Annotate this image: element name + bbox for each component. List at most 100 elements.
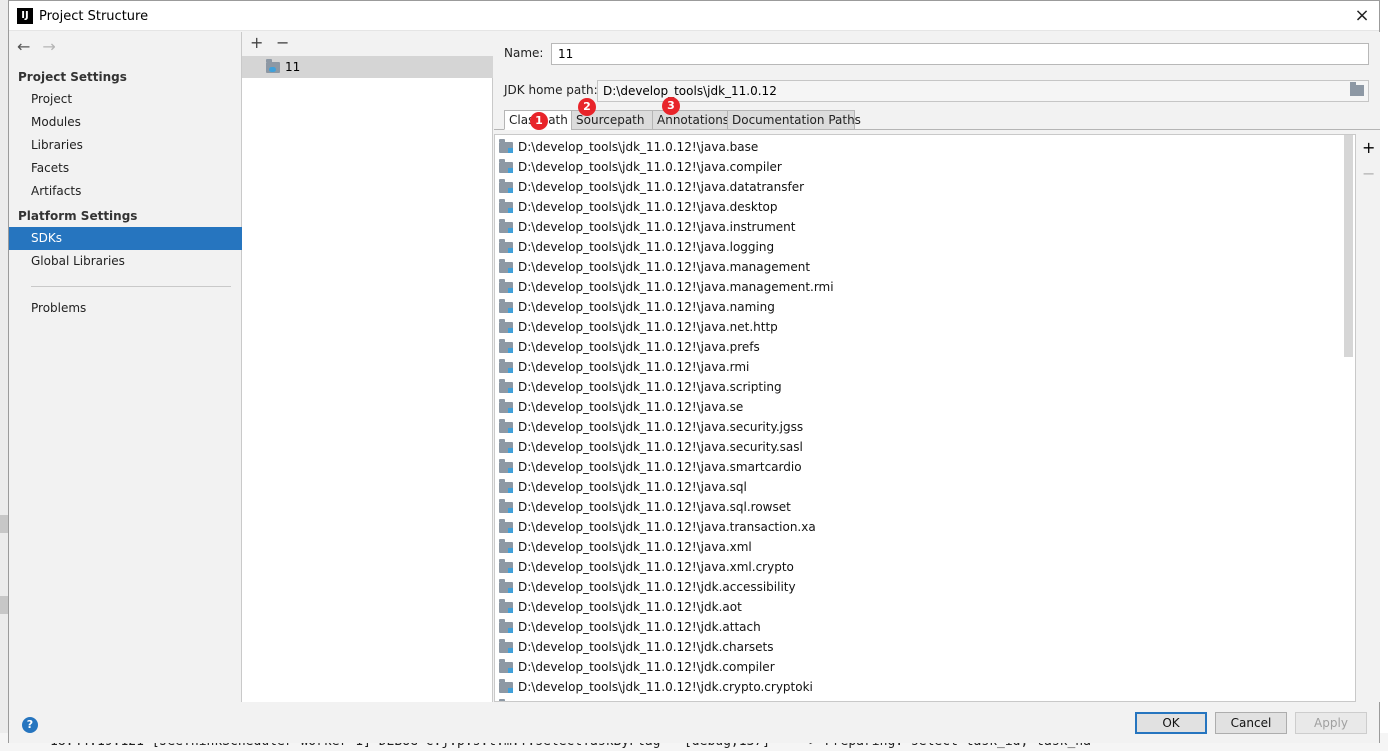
window-title: Project Structure <box>39 9 149 24</box>
library-folder-icon <box>499 219 513 233</box>
classpath-item[interactable]: D:\develop_tools\jdk_11.0.12!\java.secur… <box>495 437 803 457</box>
classpath-item-label: D:\develop_tools\jdk_11.0.12!\java.manag… <box>518 260 811 274</box>
apply-button[interactable]: Apply <box>1295 712 1367 734</box>
jdk-home-path-field[interactable]: D:\develop_tools\jdk_11.0.12 <box>597 80 1369 102</box>
classpath-item[interactable]: D:\develop_tools\jdk_11.0.12!\java.rmi <box>495 357 749 377</box>
classpath-item-label: D:\develop_tools\jdk_11.0.12!\java.se <box>518 400 744 414</box>
nav-item-modules[interactable]: Modules <box>9 111 242 134</box>
title-bar: IJ Project Structure × <box>9 1 1379 31</box>
classpath-item[interactable]: D:\develop_tools\jdk_11.0.12!\java.scrip… <box>495 377 782 397</box>
classpath-item-label: D:\develop_tools\jdk_11.0.12!\java.datat… <box>518 180 805 194</box>
classpath-item[interactable]: D:\develop_tools\jdk_11.0.12!\java.deskt… <box>495 197 778 217</box>
nav-item-project[interactable]: Project <box>9 88 242 111</box>
classpath-item[interactable]: D:\develop_tools\jdk_11.0.12!\java.datat… <box>495 177 804 197</box>
classpath-toolbar: + − <box>1356 134 1380 702</box>
classpath-item-label: D:\develop_tools\jdk_11.0.12!\java.base <box>518 140 759 154</box>
project-settings-header: Project Settings <box>18 70 127 84</box>
classpath-list[interactable]: D:\develop_tools\jdk_11.0.12!\java.base D… <box>494 134 1356 702</box>
classpath-item[interactable]: D:\develop_tools\jdk_11.0.12!\java.net.h… <box>495 317 778 337</box>
classpath-item-label: D:\develop_tools\jdk_11.0.12!\java.scrip… <box>518 380 782 394</box>
nav-item-problems[interactable]: Problems <box>9 297 242 320</box>
classpath-item-label: D:\develop_tools\jdk_11.0.12!\java.loggi… <box>518 240 775 254</box>
classpath-item-label: D:\develop_tools\jdk_11.0.12!\java.secur… <box>518 420 804 434</box>
nav-item-global-libraries[interactable]: Global Libraries <box>9 250 242 273</box>
classpath-item-label: D:\develop_tools\jdk_11.0.12!\java.sql.r… <box>518 500 791 514</box>
classpath-item-label: D:\develop_tools\jdk_11.0.12!\java.instr… <box>518 220 796 234</box>
tab-documentation-paths[interactable]: Documentation Paths <box>727 110 861 130</box>
library-folder-icon <box>499 159 513 173</box>
close-icon[interactable]: × <box>1351 5 1373 27</box>
classpath-item-label: D:\develop_tools\jdk_11.0.12!\java.deskt… <box>518 200 778 214</box>
library-folder-icon <box>499 299 513 313</box>
sdk-list-toolbar: + − <box>242 32 493 56</box>
remove-path-icon[interactable]: − <box>1362 164 1375 183</box>
library-folder-icon <box>499 619 513 633</box>
jdk-home-label: JDK home path: <box>504 83 598 97</box>
library-folder-icon <box>499 399 513 413</box>
classpath-item[interactable]: D:\develop_tools\jdk_11.0.12!\java.smart… <box>495 457 802 477</box>
classpath-item[interactable]: D:\develop_tools\jdk_11.0.12!\java.trans… <box>495 517 816 537</box>
classpath-item[interactable]: D:\develop_tools\jdk_11.0.12!\java.manag… <box>495 257 810 277</box>
classpath-item[interactable]: D:\develop_tools\jdk_11.0.12!\java.se <box>495 397 743 417</box>
sdk-list-item[interactable]: 11 <box>242 56 493 78</box>
library-folder-icon <box>499 259 513 273</box>
classpath-item[interactable]: D:\develop_tools\jdk_11.0.12!\jdk.attach <box>495 617 761 637</box>
classpath-item-label: D:\develop_tools\jdk_11.0.12!\jdk.crypto… <box>518 680 813 694</box>
classpath-item[interactable]: D:\develop_tools\jdk_11.0.12!\java.loggi… <box>495 237 774 257</box>
library-folder-icon <box>499 179 513 193</box>
jdk-home-path-value: D:\develop_tools\jdk_11.0.12 <box>603 84 777 98</box>
classpath-item-label: D:\develop_tools\jdk_11.0.12!\jdk.attach <box>518 620 761 634</box>
classpath-item[interactable]: D:\develop_tools\jdk_11.0.12!\jdk.aot <box>495 597 742 617</box>
library-folder-icon <box>499 419 513 433</box>
nav-item-libraries[interactable]: Libraries <box>9 134 242 157</box>
nav-divider <box>31 286 231 287</box>
dialog-footer: ? OK Cancel Apply <box>9 702 1379 743</box>
name-label: Name: <box>504 46 544 60</box>
tab-annotations[interactable]: Annotations <box>652 110 729 130</box>
nav-item-facets[interactable]: Facets <box>9 157 242 180</box>
classpath-item[interactable]: D:\develop_tools\jdk_11.0.12!\jdk.crypto… <box>495 677 813 697</box>
classpath-item-label: D:\develop_tools\jdk_11.0.12!\java.secur… <box>518 440 803 454</box>
classpath-item-label: D:\develop_tools\jdk_11.0.12!\jdk.compil… <box>518 660 775 674</box>
classpath-item[interactable]: D:\develop_tools\jdk_11.0.12!\java.compi… <box>495 157 782 177</box>
library-folder-icon <box>499 459 513 473</box>
library-folder-icon <box>499 519 513 533</box>
sdk-list-panel: + − 11 <box>242 32 493 702</box>
cancel-button[interactable]: Cancel <box>1215 712 1287 734</box>
classpath-item[interactable]: D:\develop_tools\jdk_11.0.12!\jdk.charse… <box>495 637 773 657</box>
nav-item-sdks[interactable]: SDKs <box>9 227 242 250</box>
classpath-item[interactable]: D:\develop_tools\jdk_11.0.12!\java.instr… <box>495 217 795 237</box>
help-icon[interactable]: ? <box>22 717 38 733</box>
name-input[interactable]: 11 <box>551 43 1369 65</box>
classpath-item[interactable]: D:\develop_tools\jdk_11.0.12!\jdk.access… <box>495 577 796 597</box>
library-folder-icon <box>499 319 513 333</box>
classpath-item-label: D:\develop_tools\jdk_11.0.12!\java.manag… <box>518 280 834 294</box>
library-folder-icon <box>499 579 513 593</box>
classpath-item[interactable]: D:\develop_tools\jdk_11.0.12!\jdk.compil… <box>495 657 775 677</box>
classpath-item[interactable]: D:\develop_tools\jdk_11.0.12!\java.xml <box>495 537 752 557</box>
vertical-scrollbar[interactable] <box>1344 135 1353 357</box>
classpath-item[interactable]: D:\develop_tools\jdk_11.0.12!\java.sql <box>495 477 747 497</box>
intellij-app-icon: IJ <box>17 8 33 24</box>
classpath-item-label: D:\develop_tools\jdk_11.0.12!\java.xml.c… <box>518 560 794 574</box>
classpath-item[interactable]: D:\develop_tools\jdk_11.0.12!\java.namin… <box>495 297 775 317</box>
classpath-item[interactable]: D:\develop_tools\jdk_11.0.12!\java.secur… <box>495 417 803 437</box>
library-folder-icon <box>499 379 513 393</box>
jdk-folder-icon <box>266 59 280 73</box>
classpath-item[interactable]: D:\develop_tools\jdk_11.0.12!\java.sql.r… <box>495 497 791 517</box>
ok-button[interactable]: OK <box>1135 712 1207 734</box>
add-sdk-icon[interactable]: + <box>250 33 263 52</box>
nav-item-artifacts[interactable]: Artifacts <box>9 180 242 203</box>
classpath-item-label: D:\develop_tools\jdk_11.0.12!\jdk.charse… <box>518 640 774 654</box>
classpath-item[interactable]: D:\develop_tools\jdk_11.0.12!\java.xml.c… <box>495 557 794 577</box>
classpath-item[interactable]: D:\develop_tools\jdk_11.0.12!\java.prefs <box>495 337 760 357</box>
add-path-icon[interactable]: + <box>1362 138 1375 157</box>
forward-arrow-icon[interactable]: → <box>42 37 55 56</box>
classpath-item[interactable]: D:\develop_tools\jdk_11.0.12!\java.base <box>495 137 758 157</box>
library-folder-icon <box>499 279 513 293</box>
browse-folder-icon[interactable] <box>1350 82 1364 96</box>
remove-sdk-icon[interactable]: − <box>276 33 289 52</box>
classpath-item[interactable]: D:\develop_tools\jdk_11.0.12!\java.manag… <box>495 277 834 297</box>
classpath-item-label: D:\develop_tools\jdk_11.0.12!\java.namin… <box>518 300 775 314</box>
back-arrow-icon[interactable]: ← <box>17 37 30 56</box>
